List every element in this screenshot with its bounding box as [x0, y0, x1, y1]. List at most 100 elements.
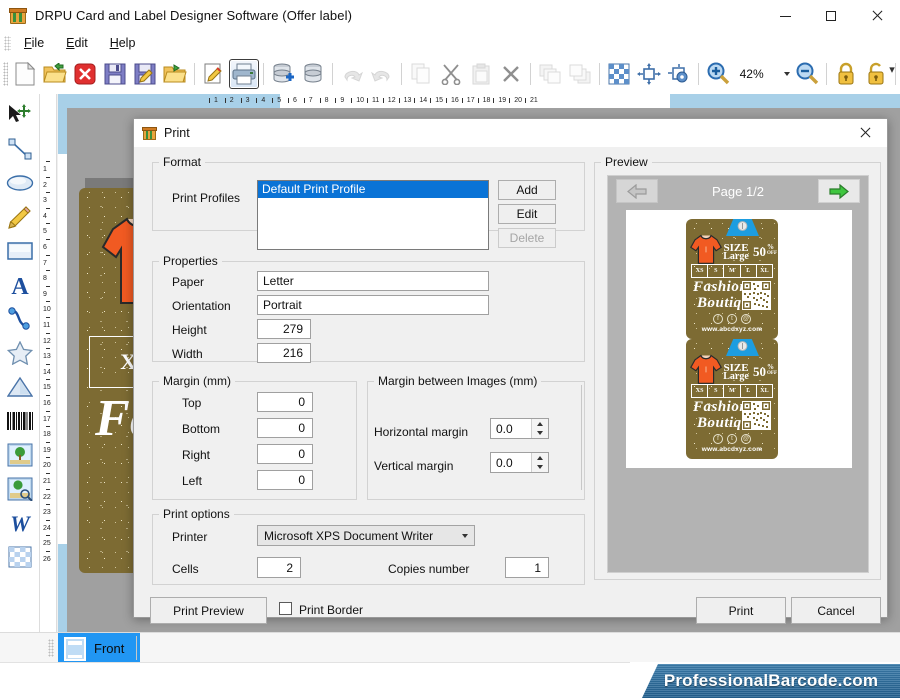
align-icon[interactable]	[634, 59, 664, 89]
pencil-tool-icon[interactable]	[3, 200, 37, 234]
star-tool-icon[interactable]	[3, 336, 37, 370]
delete-icon[interactable]	[496, 59, 526, 89]
size-chip: L	[741, 385, 757, 397]
maximize-button[interactable]	[808, 0, 854, 32]
print-preview-button[interactable]: Print Preview	[150, 597, 267, 624]
vertical-margin-spinner[interactable]: 0.0	[490, 452, 549, 473]
margin-left-input[interactable]: 0	[257, 470, 313, 490]
size-chip: L	[741, 265, 757, 277]
height-input[interactable]: 279	[257, 319, 311, 339]
orientation-input[interactable]: Portrait	[257, 295, 489, 315]
zoom-level-input[interactable]: 42%	[732, 63, 783, 84]
rectangle-tool-icon[interactable]	[3, 234, 37, 268]
lock-icon[interactable]	[831, 59, 861, 89]
page-tab-front[interactable]: Front	[58, 633, 141, 664]
paper-input[interactable]: Letter	[257, 271, 489, 291]
export-icon[interactable]	[160, 59, 190, 89]
paste-icon[interactable]	[466, 59, 496, 89]
spinner-arrows[interactable]	[531, 453, 548, 472]
zoom-in-icon[interactable]	[703, 59, 733, 89]
pattern-tool-icon[interactable]	[3, 540, 37, 574]
settings-align-icon[interactable]	[664, 59, 694, 89]
preview-sheet[interactable]: SIZE Large 50 % OFF XS S M L XL Fashion …	[626, 210, 852, 468]
ruler-tick-label: 5	[277, 97, 282, 104]
horizontal-margin-spinner[interactable]: 0.0	[490, 418, 549, 439]
spinner-up-button[interactable]	[532, 453, 548, 463]
ruler-tick-label: 21	[530, 97, 538, 104]
print-border-checkbox[interactable]	[279, 602, 292, 615]
spinner-arrows[interactable]	[531, 419, 548, 438]
ruler-tick	[46, 254, 50, 256]
menu-item-edit[interactable]: Edit	[55, 33, 99, 53]
open-icon[interactable]	[40, 59, 70, 89]
redo-icon[interactable]	[367, 59, 397, 89]
arrow-left-icon	[627, 183, 647, 199]
edit-button[interactable]: Edit	[498, 204, 556, 224]
undo-icon[interactable]	[337, 59, 367, 89]
toolbar-overflow-button[interactable]: ▾	[886, 63, 898, 76]
preview-next-button[interactable]	[818, 179, 860, 203]
image-edit-tool-icon[interactable]	[3, 472, 37, 506]
spinner-down-button[interactable]	[532, 463, 548, 473]
ruler-tick-label: 3	[43, 197, 47, 205]
edit-doc-icon[interactable]	[199, 59, 229, 89]
close-doc-icon[interactable]	[70, 59, 100, 89]
ruler-tick-label: 12	[43, 337, 51, 345]
save-icon[interactable]	[100, 59, 130, 89]
margin-top-input[interactable]: 0	[257, 392, 313, 412]
print-profiles-list[interactable]: Default Print Profile	[257, 180, 489, 250]
menu-grip[interactable]	[4, 35, 11, 51]
scrollbar-thumb[interactable]	[58, 94, 67, 154]
new-icon[interactable]	[10, 59, 40, 89]
watermark-tool-icon[interactable]: W	[3, 506, 37, 540]
database-add-icon[interactable]	[268, 59, 298, 89]
preview-prev-button[interactable]	[616, 179, 658, 203]
database-icon[interactable]	[298, 59, 328, 89]
size-chip: XS	[692, 265, 709, 277]
grid-icon[interactable]	[604, 59, 634, 89]
select-tool-icon[interactable]	[3, 98, 37, 132]
bring-front-icon[interactable]	[535, 59, 565, 89]
printer-select[interactable]: Microsoft XPS Document Writer	[257, 525, 475, 546]
list-item[interactable]: Default Print Profile	[258, 181, 488, 198]
width-input[interactable]: 216	[257, 343, 311, 363]
vertical-scrollbar-left[interactable]	[58, 94, 67, 654]
triangle-tool-icon[interactable]	[3, 370, 37, 404]
print-button[interactable]: Print	[696, 597, 786, 624]
line-tool-icon[interactable]	[3, 132, 37, 166]
page-tab-divider	[136, 636, 137, 660]
print-icon[interactable]	[228, 58, 259, 89]
brand-logo: ProfessionalBarcode.com	[642, 664, 900, 698]
dialog-close-button[interactable]	[843, 119, 887, 147]
ruler-tick-label: 25	[43, 540, 51, 548]
cancel-button[interactable]: Cancel	[791, 597, 881, 624]
copies-number-input[interactable]: 1	[505, 557, 549, 578]
spinner-up-button[interactable]	[532, 419, 548, 429]
copy-icon[interactable]	[406, 59, 436, 89]
close-button[interactable]	[854, 0, 900, 32]
ellipse-tool-icon[interactable]	[3, 166, 37, 200]
cells-input[interactable]: 2	[257, 557, 301, 578]
page-tab-grip[interactable]	[48, 639, 54, 657]
minimize-button[interactable]	[762, 0, 808, 32]
save-as-icon[interactable]	[130, 59, 160, 89]
image-tool-icon[interactable]	[3, 438, 37, 472]
add-button[interactable]: Add	[498, 180, 556, 200]
ruler-tick	[430, 98, 432, 103]
toolbar-grip[interactable]	[3, 61, 8, 86]
zoom-out-icon[interactable]	[792, 59, 822, 89]
spinner-down-button[interactable]	[532, 429, 548, 439]
size-chips: XS S M L XL	[691, 384, 773, 398]
curve-tool-icon[interactable]	[3, 302, 37, 336]
send-back-icon[interactable]	[565, 59, 595, 89]
menu-item-file[interactable]: File	[13, 33, 55, 53]
menu-item-help[interactable]: Help	[99, 33, 147, 53]
zoom-dropdown-button[interactable]	[783, 63, 792, 84]
margin-right-input[interactable]: 0	[257, 444, 313, 464]
margin-bottom-input[interactable]: 0	[257, 418, 313, 438]
delete-button[interactable]: Delete	[498, 228, 556, 248]
ruler-tick-label: 11	[43, 322, 51, 329]
cut-icon[interactable]	[436, 59, 466, 89]
barcode-tool-icon[interactable]	[3, 404, 37, 438]
text-tool-icon[interactable]: A	[3, 268, 37, 302]
